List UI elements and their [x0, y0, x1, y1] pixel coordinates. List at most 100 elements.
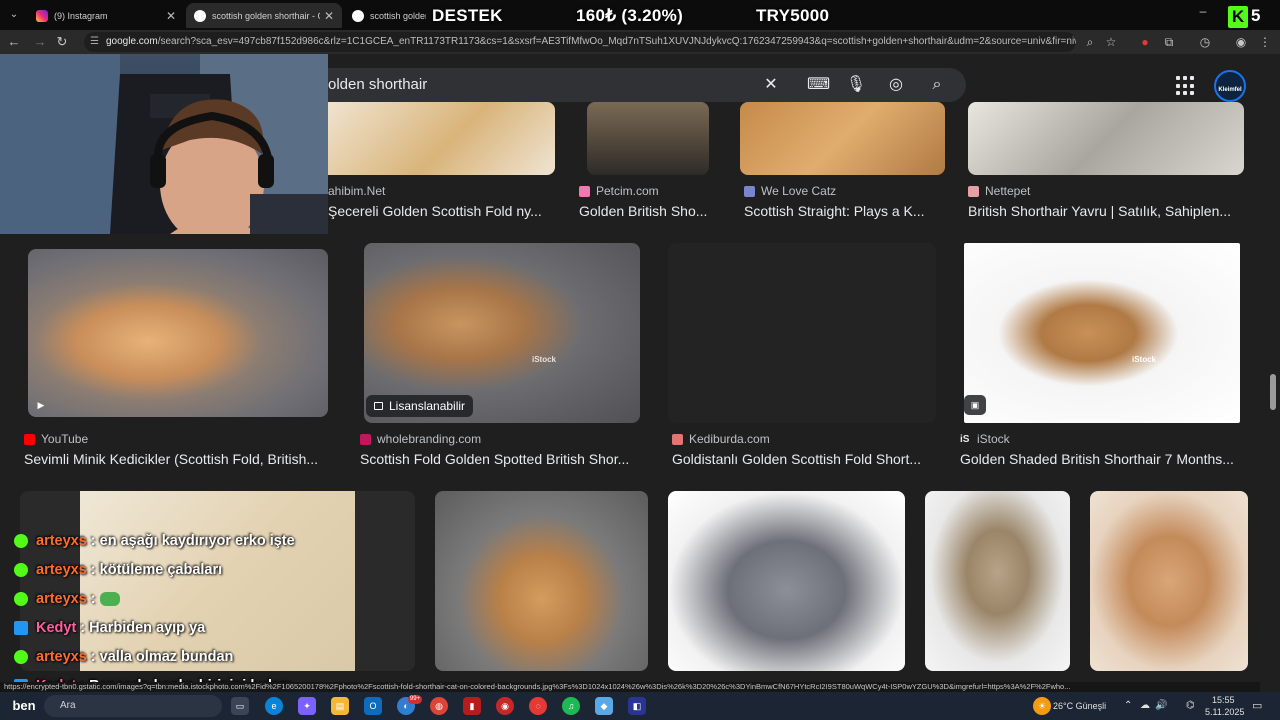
- kick-logo-icon: K: [1228, 6, 1248, 28]
- result-image-loading[interactable]: [668, 243, 936, 423]
- obs-icon[interactable]: ◉: [496, 697, 514, 715]
- result-image[interactable]: [1090, 491, 1248, 671]
- result-source[interactable]: Nettepet: [968, 184, 1030, 198]
- site-info-icon[interactable]: ☰: [90, 36, 102, 48]
- forward-icon[interactable]: →: [31, 33, 49, 51]
- result-source[interactable]: iS iStock: [960, 432, 1010, 446]
- tray-chevron-icon[interactable]: ⌃: [1124, 700, 1132, 711]
- result-source[interactable]: Kediburda.com: [672, 432, 770, 446]
- result-source[interactable]: Petcim.com: [579, 184, 659, 198]
- profile-icon[interactable]: ◉: [1232, 33, 1250, 51]
- clock-date[interactable]: 5.11.2025: [1205, 707, 1244, 717]
- chat-message: Kedyt: Harbiden ayıp ya: [14, 613, 344, 642]
- weather-text[interactable]: 26°C Güneşli: [1053, 701, 1106, 711]
- task-view-icon[interactable]: ▭: [231, 697, 249, 715]
- clock-time[interactable]: 15:55: [1212, 695, 1235, 705]
- zoom-icon[interactable]: ⌕: [1081, 33, 1099, 51]
- kediburda-icon: [672, 433, 683, 445]
- search-box[interactable]: olden shorthair ✕ ⌨ 🎙 ◎ ⌕: [300, 68, 966, 102]
- file-explorer-icon[interactable]: ▤: [331, 697, 349, 715]
- menu-icon[interactable]: ⋮: [1256, 33, 1274, 51]
- result-source[interactable]: YouTube: [24, 432, 88, 446]
- chat-text: valla olmaz bundan: [99, 648, 234, 665]
- nettepet-icon: [968, 185, 979, 197]
- back-icon[interactable]: ←: [5, 33, 23, 51]
- result-title[interactable]: Golden British Sho...: [579, 203, 719, 219]
- notifications-icon[interactable]: ▭: [1252, 699, 1262, 712]
- history-icon[interactable]: ◷: [1196, 33, 1214, 51]
- tab-google-search[interactable]: scottish golden shorthair - Goo ✕: [186, 3, 342, 28]
- chat-message: arteyxs: valla olmaz bundan: [14, 642, 344, 671]
- result-title[interactable]: Scottish Fold Golden Spotted British Sho…: [360, 451, 648, 467]
- extension-icon[interactable]: ●: [1136, 33, 1154, 51]
- result-image[interactable]: iStock: [964, 243, 1240, 423]
- tab-search-icon[interactable]: ⌄: [6, 7, 22, 23]
- result-image[interactable]: [320, 102, 555, 175]
- result-image[interactable]: ▶: [28, 249, 328, 417]
- result-source[interactable]: ahibim.Net: [328, 184, 385, 198]
- stream-app-icon[interactable]: ▮: [463, 697, 481, 715]
- result-title[interactable]: Scottish Straight: Plays a K...: [744, 203, 940, 219]
- notification-badge: 99+: [408, 695, 422, 704]
- volume-icon[interactable]: 🔊: [1155, 700, 1167, 711]
- close-icon[interactable]: ✕: [324, 9, 334, 23]
- keyboard-icon[interactable]: ⌨: [807, 75, 830, 95]
- istock-icon: iS: [960, 433, 970, 445]
- spotify-icon[interactable]: ♫: [562, 697, 580, 715]
- result-title[interactable]: British Shorthair Yavru | Satılık, Sahip…: [968, 203, 1250, 219]
- start-logo-icon[interactable]: ben: [8, 697, 40, 715]
- tab-instagram[interactable]: (9) Instagram ✕: [28, 3, 184, 28]
- bookmark-star-icon[interactable]: ☆: [1102, 33, 1120, 51]
- close-icon[interactable]: ✕: [166, 9, 176, 23]
- result-source[interactable]: wholebranding.com: [360, 432, 481, 446]
- edge-icon[interactable]: e: [265, 697, 283, 715]
- taskbar-search[interactable]: Ara: [44, 695, 222, 717]
- result-title[interactable]: Golden Shaded British Shorthair 7 Months…: [960, 451, 1248, 467]
- extensions-puzzle-icon[interactable]: ⧉: [1160, 33, 1178, 51]
- result-title[interactable]: Goldistanlı Golden Scottish Fold Short..…: [672, 451, 934, 467]
- result-image[interactable]: [668, 491, 905, 671]
- lens-icon[interactable]: ◎: [885, 75, 907, 95]
- license-badge[interactable]: Lisanslanabilir: [366, 395, 474, 417]
- chat-username: arteyxs: [36, 532, 87, 549]
- clear-icon[interactable]: ✕: [760, 75, 782, 95]
- result-image[interactable]: [587, 102, 709, 175]
- chrome-icon[interactable]: ◍: [430, 697, 448, 715]
- outlook-icon[interactable]: O: [364, 697, 382, 715]
- microphone-icon[interactable]: 🎙: [845, 75, 867, 95]
- result-title[interactable]: Şecereli Golden Scottish Fold ny...: [328, 203, 560, 219]
- copilot-icon[interactable]: ✦: [298, 697, 316, 715]
- search-input[interactable]: olden shorthair: [328, 76, 427, 93]
- app-icon[interactable]: ◆: [595, 697, 613, 715]
- address-bar[interactable]: ☰ google.com/search?sca_esv=497cb87f152d9…: [84, 32, 1076, 52]
- result-image[interactable]: [968, 102, 1244, 175]
- tab-title: (9) Instagram: [54, 10, 108, 21]
- cloud-icon[interactable]: ☁: [1140, 700, 1150, 711]
- account-avatar[interactable]: Kleimfel: [1214, 70, 1246, 102]
- tab-google-search-2[interactable]: scottish golden sh: [344, 3, 434, 28]
- minimize-icon[interactable]: –: [1193, 4, 1213, 22]
- result-image[interactable]: [435, 491, 648, 671]
- chat-username: Kedyt: [36, 619, 77, 636]
- welovecatz-icon: [744, 185, 755, 197]
- youtube-icon: [24, 433, 35, 445]
- result-source[interactable]: We Love Catz: [744, 184, 836, 198]
- app-icon[interactable]: ◌: [529, 697, 547, 715]
- play-icon: ▶: [37, 400, 45, 410]
- stream-chat: arteyxs: en aşağı kaydırıyor erko işte a…: [14, 526, 344, 700]
- page-scrollbar[interactable]: [1270, 374, 1276, 410]
- google-apps-icon[interactable]: [1176, 76, 1196, 96]
- google-icon: [352, 9, 364, 22]
- search-icon[interactable]: ⌕: [926, 75, 948, 95]
- webcam-overlay: [0, 54, 328, 234]
- weather-icon[interactable]: ☀: [1033, 697, 1051, 715]
- network-icon[interactable]: ⌬: [1186, 700, 1195, 711]
- windows-taskbar: ben Ara ▭ e ✦ ▤ O ◐ 99+ ◍ ▮ ◉ ◌ ♫ ◆ ◧ ☀ …: [0, 692, 1280, 720]
- result-title[interactable]: Sevimli Minik Kedicikler (Scottish Fold,…: [24, 451, 334, 467]
- chat-message: arteyxs:: [14, 584, 344, 613]
- reload-icon[interactable]: ↻: [53, 33, 71, 51]
- chat-text: en aşağı kaydırıyor erko işte: [99, 532, 295, 549]
- result-image[interactable]: [925, 491, 1070, 671]
- app-icon[interactable]: ◧: [628, 697, 646, 715]
- result-image[interactable]: [740, 102, 945, 175]
